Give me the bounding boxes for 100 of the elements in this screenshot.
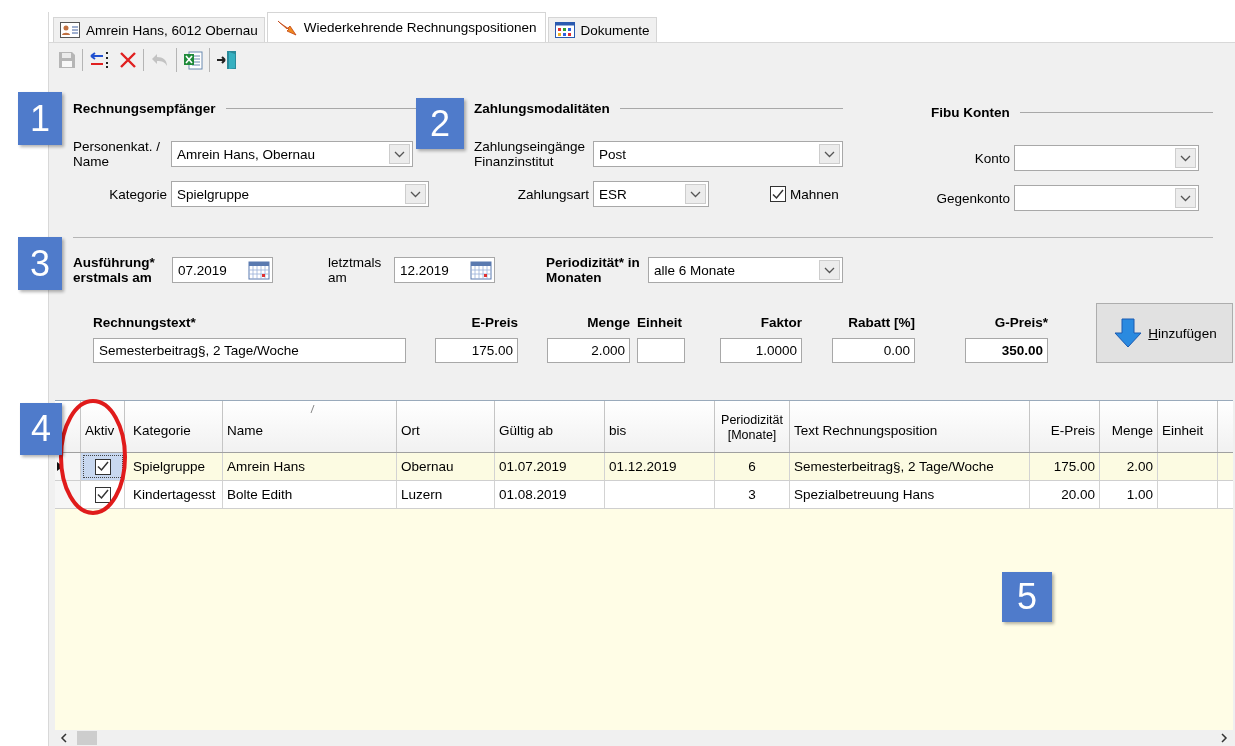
section-title: Fibu Konten: [931, 104, 1010, 120]
table-cell: 175.00: [1030, 453, 1100, 481]
checkbox[interactable]: [770, 186, 786, 203]
column-header[interactable]: Text Rechnungsposition: [790, 401, 1030, 453]
field-label: Periodizität* in Monaten: [546, 254, 641, 286]
column-header[interactable]: Periodizität [Monate]: [715, 401, 790, 453]
dropdown-field[interactable]: alle 6 Monate: [648, 257, 843, 284]
dropdown-button[interactable]: [819, 144, 840, 165]
sort-icon: [309, 405, 315, 414]
field-label: Rabatt [%]: [847, 315, 915, 332]
table-cell: 1.00: [1100, 481, 1158, 509]
table-cell: 01.12.2019: [605, 453, 715, 481]
calendar-icon[interactable]: [248, 260, 270, 281]
add-button[interactable]: Hinzufügen: [1096, 303, 1233, 364]
exit-door-icon: [216, 49, 238, 70]
table-cell: 3: [715, 481, 790, 509]
table-cell: Luzern: [397, 481, 495, 509]
dropdown-field[interactable]: [1014, 185, 1199, 212]
dropdown-button[interactable]: [685, 184, 706, 205]
table-cell: 01.08.2019: [495, 481, 605, 509]
chevron-down-icon: [1180, 154, 1191, 162]
arrow-icon: [275, 18, 298, 37]
column-header[interactable]: Kategorie: [125, 401, 223, 453]
checkbox-label: Mahnen: [790, 186, 839, 202]
callout-badge: 5: [1002, 572, 1052, 622]
chevron-down-icon: [1180, 194, 1191, 202]
tab[interactable]: Wiederkehrende Rechnungspositionen: [266, 12, 546, 42]
field-label: Kategorie: [109, 186, 167, 203]
dropdown-field[interactable]: Spielgruppe: [171, 181, 429, 208]
chevron-down-icon: [824, 266, 835, 274]
arrow-down-icon: [1112, 317, 1145, 350]
dropdown-field[interactable]: Amrein Hans, Obernau: [171, 141, 413, 168]
column-header[interactable]: E-Preis: [1030, 401, 1100, 453]
chevron-down-icon: [824, 150, 835, 158]
table-cell: Amrein Hans: [223, 453, 397, 481]
dropdown-button[interactable]: [405, 184, 426, 205]
column-header[interactable]: Gültig ab: [495, 401, 605, 453]
dropdown-field[interactable]: ESR: [593, 181, 709, 208]
table-cell: 6: [715, 453, 790, 481]
contact-card-icon: [60, 22, 80, 38]
column-header[interactable]: bis: [605, 401, 715, 453]
field-label: Personenkat. / Name: [73, 138, 162, 170]
column-header[interactable]: Einheit: [1158, 401, 1218, 453]
column-header[interactable]: Menge: [1100, 401, 1158, 453]
input-field[interactable]: [637, 338, 685, 364]
input-field[interactable]: 0.00: [832, 338, 915, 364]
table-cell: Spezialbetreuung Hans: [790, 481, 1030, 509]
dropdown-button[interactable]: [819, 260, 840, 281]
field-label: E-Preis: [470, 315, 518, 332]
scrollbar-thumb[interactable]: [77, 731, 97, 745]
table-cell: Spielgruppe: [125, 453, 223, 481]
field-label: Gegenkonto: [936, 190, 1010, 207]
field-label: Zahlungseingänge Finanzinstitut: [474, 138, 587, 170]
calendar-icon[interactable]: [470, 260, 492, 281]
field-label: Einheit: [637, 315, 683, 332]
field-label: Rechnungstext*: [93, 315, 197, 332]
date-field[interactable]: 12.2019: [394, 257, 495, 284]
delete-icon: [119, 50, 137, 69]
table-cell: 01.07.2019: [495, 453, 605, 481]
field-label: Konto: [974, 150, 1010, 167]
column-header[interactable]: Name: [223, 401, 397, 453]
callout-badge: 1: [18, 92, 62, 145]
input-field[interactable]: 175.00: [435, 338, 518, 364]
arrows-icon: [89, 50, 111, 69]
dropdown-field[interactable]: Post: [593, 141, 843, 168]
section-title: Rechnungsempfänger: [73, 100, 216, 116]
callout-badge: 2: [416, 98, 464, 149]
section-title: Zahlungsmodalitäten: [474, 100, 610, 116]
table-cell: 2.00: [1100, 453, 1158, 481]
input-field[interactable]: Semesterbeitrag§, 2 Tage/Woche: [93, 338, 406, 364]
table-cell: 20.00: [1030, 481, 1100, 509]
spreadsheet-icon: [183, 49, 203, 70]
tab[interactable]: Amrein Hans, 6012 Obernau: [53, 17, 265, 42]
dropdown-button[interactable]: [389, 144, 410, 165]
table-cell: Bolte Edith: [223, 481, 397, 509]
field-label: Menge: [586, 315, 630, 332]
input-field[interactable]: 350.00: [965, 338, 1048, 364]
calendar-grid-icon: [554, 22, 575, 38]
field-label: G-Preis*: [993, 315, 1048, 332]
checkbox[interactable]: [94, 458, 111, 475]
input-field[interactable]: 2.000: [547, 338, 630, 364]
chevron-down-icon: [410, 190, 421, 198]
field-label: Faktor: [759, 315, 802, 332]
checkbox[interactable]: [94, 486, 111, 503]
date-field[interactable]: 07.2019: [172, 257, 273, 284]
field-label: Zahlungsart: [517, 186, 589, 203]
column-header[interactable]: Ort: [397, 401, 495, 453]
dropdown-field[interactable]: [1014, 145, 1199, 172]
scroll-left-icon[interactable]: [59, 733, 69, 743]
input-field[interactable]: 1.0000: [720, 338, 802, 364]
table-row[interactable]: Spielgruppe Amrein Hans Obernau 01.07.2019 01.12.2019 6 Semesterbeitrag§, 2 Tage/Woche 175.00 2.00: [55, 453, 1233, 482]
scroll-right-icon[interactable]: [1219, 733, 1229, 743]
tab[interactable]: Dokumente: [547, 17, 657, 42]
table-row[interactable]: Kindertagesst Bolte Edith Luzern 01.08.2019 3 Spezialbetreuung Hans 20.00 1.00: [55, 481, 1233, 510]
field-label: Ausführung* erstmals am: [73, 254, 156, 286]
field-label: letztmals am: [328, 254, 383, 286]
callout-badge: 4: [20, 403, 62, 455]
dropdown-button[interactable]: [1175, 148, 1196, 169]
dropdown-button[interactable]: [1175, 188, 1196, 209]
callout-badge: 3: [18, 237, 62, 290]
